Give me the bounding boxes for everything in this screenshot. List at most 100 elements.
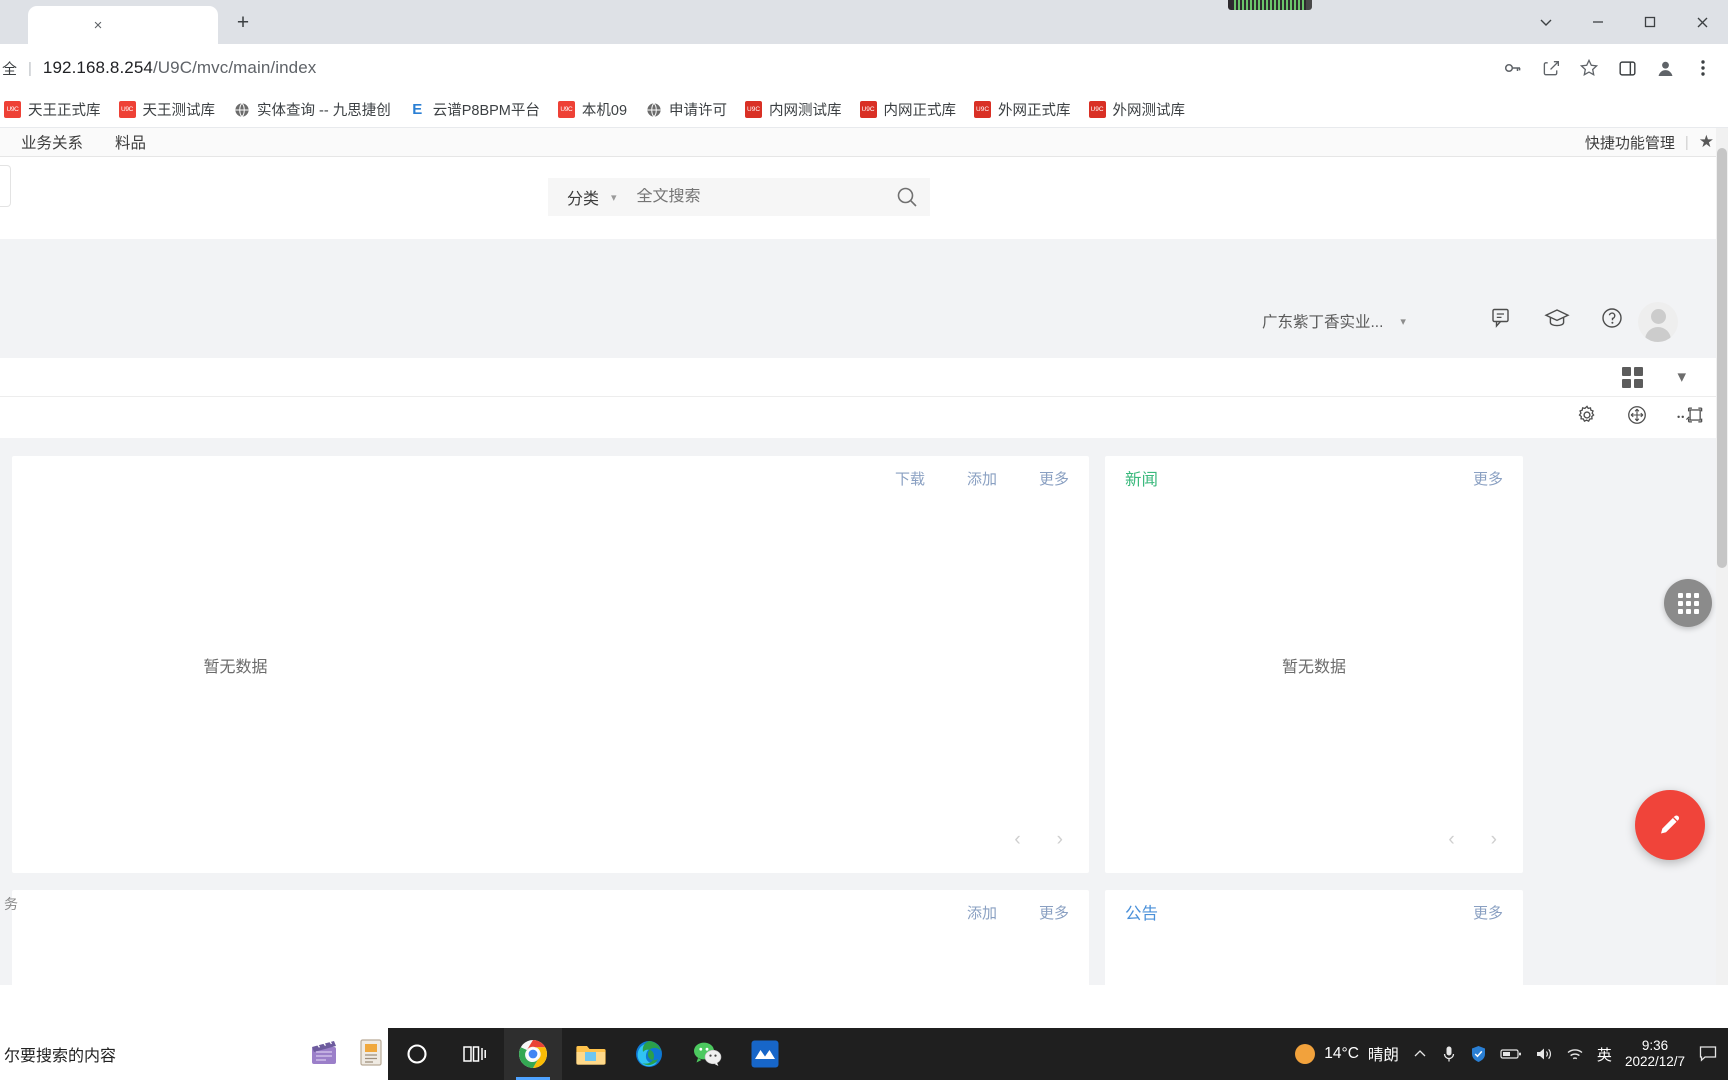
scrollbar-thumb[interactable]: [1717, 148, 1727, 568]
card-title-news: 新闻: [1125, 471, 1158, 489]
u9c-red-icon: U9C: [974, 101, 992, 118]
key-icon[interactable]: [1496, 51, 1530, 85]
search-input[interactable]: [636, 188, 884, 206]
battery-icon[interactable]: [1500, 1047, 1522, 1061]
security-icon[interactable]: [1470, 1045, 1487, 1063]
bookmark-item[interactable]: E 云谱P8BPM平台: [400, 96, 549, 124]
chevron-down-icon: ▾: [611, 191, 617, 204]
quick-function-area: 快捷功能管理 | ★: [1585, 132, 1728, 153]
cortana-icon[interactable]: [388, 1028, 446, 1080]
bookmark-item[interactable]: U9C 本机09: [549, 96, 636, 124]
message-icon[interactable]: [1490, 306, 1514, 335]
new-tab-button[interactable]: +: [228, 8, 258, 38]
bookmark-item[interactable]: U9C 内网正式库: [851, 96, 966, 124]
card-action-download[interactable]: 下载: [895, 468, 925, 489]
card-actions: 下载 添加 更多: [895, 468, 1069, 489]
help-icon[interactable]: [1600, 306, 1624, 335]
chevron-down-icon[interactable]: [1520, 0, 1572, 44]
search-category-select[interactable]: 分类 ▾: [548, 185, 617, 209]
page-scrollbar[interactable]: [1716, 128, 1728, 985]
card-action-more[interactable]: 更多: [1039, 468, 1069, 489]
clock-time: 9:36: [1641, 1037, 1669, 1053]
star-icon[interactable]: [1572, 51, 1606, 85]
url-input[interactable]: 192.168.8.254/U9C/mvc/main/index: [43, 58, 1496, 78]
graduation-cap-icon[interactable]: [1544, 306, 1570, 335]
pager-next-icon[interactable]: ›: [1057, 829, 1063, 851]
card-action-more[interactable]: 更多: [1473, 902, 1503, 923]
bookmark-item[interactable]: U9C 天王正式库: [0, 96, 110, 124]
minimize-icon[interactable]: [1572, 0, 1624, 44]
taskbar-dark-area: 14°C 晴朗 英 9:36 2022/12/7: [388, 1028, 1728, 1080]
browser-tab[interactable]: ×: [28, 6, 218, 44]
card-action-more[interactable]: 更多: [1039, 902, 1069, 923]
star-icon[interactable]: ★: [1699, 132, 1714, 152]
grid-icon[interactable]: [1622, 366, 1644, 388]
tab-close-icon[interactable]: ×: [88, 15, 108, 35]
bookmark-label: 实体查询 -- 九思捷创: [257, 103, 391, 119]
microphone-icon[interactable]: [1441, 1045, 1457, 1063]
bookmark-item[interactable]: 申请许可: [636, 96, 736, 124]
bookmark-item[interactable]: U9C 内网测试库: [736, 96, 851, 124]
chevron-down-icon[interactable]: ▾: [1677, 367, 1686, 387]
security-indicator[interactable]: 全 |: [2, 58, 43, 79]
sidebar-item-materials[interactable]: 料品: [104, 131, 157, 153]
chrome-icon[interactable]: [504, 1028, 562, 1080]
taskbar-search-input[interactable]: 尔要搜索的内容: [0, 1028, 300, 1080]
bookmark-label: 内网正式库: [883, 103, 957, 119]
notes-icon[interactable]: [354, 1035, 388, 1074]
wifi-icon[interactable]: [1566, 1047, 1584, 1062]
task-view-icon[interactable]: [446, 1028, 504, 1080]
sidebar-collapse-handle[interactable]: [0, 165, 11, 207]
bookmark-item[interactable]: U9C 天王测试库: [110, 96, 225, 124]
profile-icon[interactable]: [1648, 51, 1682, 85]
fullscreen-icon[interactable]: [1676, 404, 1706, 431]
maximize-icon[interactable]: [1624, 0, 1676, 44]
quick-function-manage-link[interactable]: 快捷功能管理: [1585, 132, 1675, 153]
search-icon[interactable]: [884, 185, 930, 209]
bookmark-item[interactable]: U9C 外网正式库: [965, 96, 1080, 124]
menu-icon[interactable]: [1686, 51, 1720, 85]
u9c-red-icon: U9C: [859, 101, 877, 118]
card-action-more[interactable]: 更多: [1473, 468, 1503, 489]
ime-indicator[interactable]: 英: [1597, 1044, 1612, 1065]
move-icon[interactable]: [1626, 404, 1648, 431]
card-action-add[interactable]: 添加: [967, 468, 997, 489]
edit-pen-icon[interactable]: [1635, 790, 1705, 860]
sun-icon: [1295, 1044, 1316, 1064]
sidepanel-icon[interactable]: [1610, 51, 1644, 85]
notification-icon[interactable]: [1698, 1045, 1718, 1063]
wechat-icon[interactable]: [678, 1028, 736, 1080]
close-icon[interactable]: [1676, 0, 1728, 44]
weather-widget[interactable]: 14°C 晴朗: [1295, 1043, 1399, 1065]
organization-selector[interactable]: 广东紫丁香实业... ▾: [1262, 310, 1406, 332]
file-explorer-icon[interactable]: [562, 1028, 620, 1080]
web-page-content: 业务关系 料品 快捷功能管理 | ★ 分类 ▾ 全文搜索 广东紫丁香实业... …: [0, 128, 1728, 985]
pager-prev-icon[interactable]: ‹: [1448, 829, 1454, 851]
pager-next-icon[interactable]: ›: [1491, 829, 1497, 851]
edge-icon[interactable]: [620, 1028, 678, 1080]
pager-prev-icon[interactable]: ‹: [1014, 829, 1020, 851]
app-blue-icon[interactable]: [736, 1028, 794, 1080]
clapperboard-icon[interactable]: [308, 1035, 342, 1074]
sidebar-item-business-relations[interactable]: 业务关系: [10, 131, 94, 153]
card-action-add[interactable]: 添加: [967, 902, 997, 923]
omnibox-divider: |: [28, 59, 32, 77]
taskbar-clock[interactable]: 9:36 2022/12/7: [1625, 1038, 1685, 1071]
portlet-card: 下载 添加 更多 暂无数据 ‹ ›: [12, 456, 1089, 873]
layout-switch-row: ▾: [0, 358, 1728, 396]
u9c-red-icon: U9C: [118, 101, 136, 118]
gear-icon[interactable]: [1576, 404, 1598, 431]
card-actions: 更多: [1473, 468, 1503, 489]
letter-e-icon: E: [412, 101, 423, 118]
window-controls: [1520, 0, 1728, 44]
portal-canvas: 下载 添加 更多 暂无数据 ‹ › 新闻 更多 暂无数据 ‹ › 添加 更多 公…: [0, 442, 1728, 985]
bookmark-item[interactable]: 实体查询 -- 九思捷创: [224, 96, 400, 124]
volume-icon[interactable]: [1535, 1046, 1553, 1062]
organization-name: 广东紫丁香实业...: [1262, 314, 1384, 331]
card-header: 新闻 更多: [1105, 456, 1523, 500]
share-icon[interactable]: [1534, 51, 1568, 85]
bookmark-item[interactable]: U9C 外网测试库: [1080, 96, 1195, 124]
chevron-up-icon[interactable]: [1412, 1046, 1428, 1062]
avatar[interactable]: [1638, 302, 1678, 342]
apps-grid-icon[interactable]: [1664, 579, 1712, 627]
